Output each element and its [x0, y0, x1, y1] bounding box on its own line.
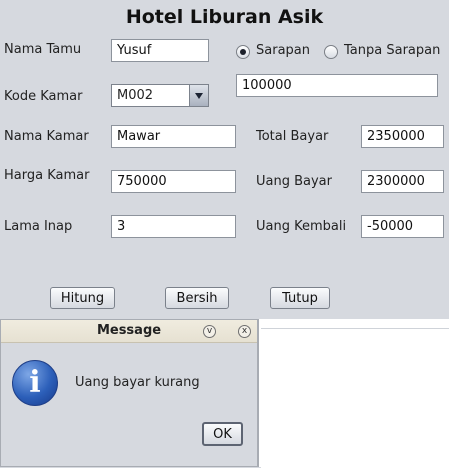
- sarapan-radio[interactable]: [236, 45, 250, 59]
- nama-tamu-label: Nama Tamu: [4, 42, 82, 57]
- tutup-button[interactable]: Tutup: [270, 287, 330, 309]
- nama-kamar-label: Nama Kamar: [4, 129, 89, 144]
- uang-bayar-label: Uang Bayar: [256, 174, 332, 189]
- form-title: Hotel Liburan Asik: [125, 6, 324, 28]
- close-icon[interactable]: x: [238, 325, 251, 338]
- chevron-down-icon[interactable]: [189, 85, 208, 106]
- uang-kembali-field[interactable]: -50000: [361, 215, 444, 238]
- kode-kamar-label: Kode Kamar: [4, 89, 83, 104]
- nama-kamar-field[interactable]: Mawar: [111, 125, 236, 148]
- nama-tamu-field[interactable]: Yusuf: [111, 39, 209, 62]
- harga-kamar-label: Harga Kamar: [4, 168, 90, 183]
- kode-kamar-selected: M002: [117, 88, 154, 103]
- ok-button[interactable]: OK: [202, 422, 243, 446]
- total-bayar-field[interactable]: 2350000: [361, 125, 444, 148]
- background-pane-content: [261, 328, 449, 468]
- bersih-button[interactable]: Bersih: [165, 287, 229, 309]
- harga-kamar-field[interactable]: 750000: [111, 170, 236, 193]
- dialog-title-bar[interactable]: Message v x: [1, 320, 257, 343]
- tanpa-sarapan-radio[interactable]: [324, 45, 338, 59]
- uang-bayar-field[interactable]: 2300000: [361, 170, 444, 193]
- message-dialog: Message v x i Uang bayar kurang OK: [0, 319, 258, 467]
- hitung-button[interactable]: Hitung: [50, 287, 115, 309]
- lama-inap-field[interactable]: 3: [111, 215, 236, 238]
- dialog-message: Uang bayar kurang: [75, 375, 200, 390]
- total-bayar-label: Total Bayar: [256, 129, 329, 144]
- kode-kamar-combobox[interactable]: M002: [111, 84, 209, 107]
- sarapan-radio-label[interactable]: Sarapan: [256, 43, 310, 58]
- tanpa-sarapan-radio-label[interactable]: Tanpa Sarapan: [344, 43, 440, 58]
- uang-kembali-label: Uang Kembali: [256, 219, 347, 234]
- dialog-title: Message: [96, 323, 162, 338]
- info-icon: i: [12, 360, 58, 406]
- minimize-icon[interactable]: v: [203, 325, 216, 338]
- sarapan-price-field[interactable]: 100000: [236, 74, 438, 97]
- lama-inap-label: Lama Inap: [4, 219, 73, 234]
